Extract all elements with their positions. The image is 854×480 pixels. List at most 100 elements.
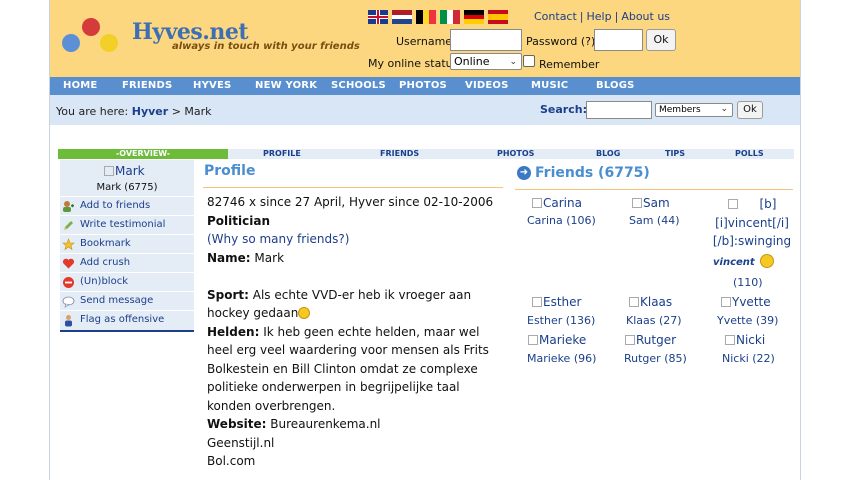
tab-tips[interactable]: TIPS [665,149,685,159]
belgian-flag-icon[interactable] [416,10,436,24]
tab-blog[interactable]: BLOG [596,149,620,159]
friend-photo[interactable]: Klaas [629,295,672,309]
flag-as-offensive-link[interactable]: Flag as offensive [60,310,194,329]
broken-image-icon [532,198,542,208]
friend-photo[interactable]: Sam [632,196,670,210]
contact-link[interactable]: Contact [534,10,577,23]
breadcrumb-root-link[interactable]: Hyver [132,105,168,118]
english-flag-icon[interactable] [368,10,388,24]
nav-photos[interactable]: PHOTOS [399,77,447,95]
username-input[interactable] [450,29,522,51]
nav-schools[interactable]: SCHOOLS [331,77,386,95]
profile-tab-bar: -OVERVIEW- PROFILE FRIENDS PHOTOS BLOG T… [58,149,794,159]
hyves-logo[interactable]: Hyves.net always in touch with your frie… [54,12,374,67]
broken-image-icon [528,335,538,345]
friend-name-link[interactable]: vincent [713,254,775,268]
vincent-alt-1: [b] [759,197,777,211]
german-flag-icon[interactable] [464,10,484,24]
profile-name-row: Name: Mark [207,249,507,268]
nav-videos[interactable]: VIDEOS [465,77,509,95]
add-crush-link[interactable]: Add crush [60,253,194,272]
sidebar-divider [60,330,194,332]
add-to-friends-link[interactable]: Add to friends [60,196,194,215]
friend-photo-vincent[interactable]: [b] [i]vincent[/i] [/b]:swinging [704,195,800,251]
why-so-many-friends-link[interactable]: (Why so many friends?) [207,230,507,249]
tab-friends[interactable]: FRIENDS [380,149,419,159]
tab-profile[interactable]: PROFILE [263,149,301,159]
website-link[interactable]: Bol.com [207,452,507,471]
friend-name-link[interactable]: Nicki (22) [722,352,775,365]
search-scope-select[interactable]: Members ⌄ [655,103,733,117]
friend-photo[interactable]: Yvette [721,295,771,309]
side-link-label: Flag as offensive [80,314,165,325]
send-message-link[interactable]: Send message [60,291,194,310]
italian-flag-icon[interactable] [440,10,460,24]
nav-hyves[interactable]: HYVES [193,77,231,95]
vincent-alt-line: [b] [704,195,800,214]
side-link-label: (Un)block [80,276,128,287]
profile-heroes-row: Helden: Ik heb geen echte helden, maar w… [207,323,507,416]
avatar-alt-text: Mark [115,164,145,178]
write-testimonial-link[interactable]: Write testimonial [60,215,194,234]
tab-overview[interactable]: -OVERVIEW- [58,149,228,159]
nav-blogs[interactable]: BLOGS [596,77,635,95]
breadcrumb-separator: > [171,105,181,118]
page: Hyves.net always in touch with your frie… [49,0,801,480]
nav-music[interactable]: MUSIC [531,77,568,95]
unblock-link[interactable]: (Un)block [60,272,194,291]
heart-icon [62,258,75,269]
friend-photo[interactable]: Marieke [528,333,586,347]
friends-title[interactable]: Friends (6775) [535,165,650,181]
online-status-select[interactable]: Online ⌄ [450,53,522,70]
nav-home[interactable]: HOME [63,77,97,95]
nav-friends[interactable]: FRIENDS [122,77,172,95]
search-ok-button[interactable]: Ok [737,101,763,119]
about-us-link[interactable]: About us [621,10,670,23]
website-label: Website: [207,417,267,431]
website-link[interactable]: Bureaurenkema.nl [270,417,380,431]
website-link[interactable]: Geenstijl.nl [207,434,507,453]
login-ok-button[interactable]: Ok [646,29,676,51]
help-link[interactable]: Help [587,10,612,23]
separator: | [579,10,584,23]
friend-name-link[interactable]: Sam (44) [629,214,680,227]
friend-name-link[interactable]: Carina (106) [527,214,596,227]
logo-face-blue-icon [62,34,80,52]
friend-photo[interactable]: Carina [532,196,582,210]
profile-sport-row: Sport: Als echte VVD-er heb ik vroeger a… [207,286,507,323]
username-label: Username: [396,35,456,48]
friend-name-link[interactable]: Klaas (27) [626,314,682,327]
bookmark-link[interactable]: Bookmark [60,234,194,253]
name-value: Mark [254,250,285,265]
nav-new-york[interactable]: NEW YORK [255,77,317,95]
avatar-name-count: Mark (6775) [96,182,158,193]
search-input[interactable] [586,101,652,119]
friends-header: ➜ Friends (6775) [515,163,793,190]
arrow-right-icon[interactable]: ➜ [517,166,531,180]
friend-name-link[interactable]: Rutger (85) [624,352,687,365]
password-input[interactable] [594,29,643,51]
smiley-icon [760,254,775,268]
occupation-text: Politician [207,213,270,228]
add-friend-icon [63,201,74,212]
friend-name-link[interactable]: Esther (136) [527,314,595,327]
tab-polls[interactable]: POLLS [735,149,764,159]
side-link-label: Send message [80,295,154,306]
friend-photo[interactable]: Nicki [725,333,765,347]
friend-photo[interactable]: Rutger [625,333,676,347]
remember-checkbox[interactable] [523,55,535,67]
dutch-flag-icon[interactable] [392,10,412,24]
spanish-flag-icon[interactable] [488,10,508,24]
avatar[interactable]: Mark [104,164,145,178]
logo-tagline: always in touch with your friends [172,41,360,52]
friend-name-link[interactable]: Yvette (39) [717,314,778,327]
friend-photo-alt: Nicki [736,333,766,347]
password-label: Password (?) [526,35,596,48]
tab-photos[interactable]: PHOTOS [497,149,534,159]
friend-photo[interactable]: Esther [532,295,581,309]
heroes-label: Helden: [207,324,260,339]
online-status-value: Online [454,55,490,68]
header: Hyves.net always in touch with your frie… [50,0,800,77]
side-link-label: Write testimonial [80,219,166,230]
friend-name-link[interactable]: Marieke (96) [527,352,596,365]
